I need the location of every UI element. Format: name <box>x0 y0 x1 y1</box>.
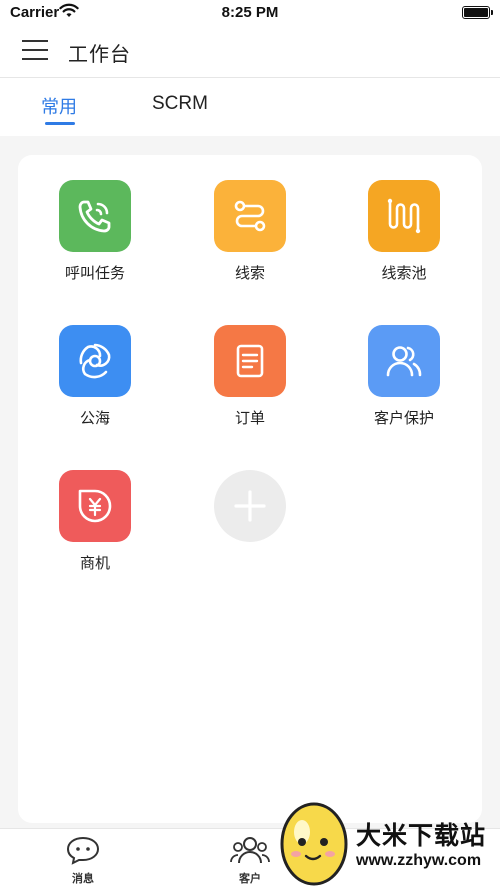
hamburger-menu-icon[interactable] <box>22 40 48 62</box>
page-title: 工作台 <box>68 42 131 66</box>
grid-item-leads[interactable]: 线索 <box>190 180 310 300</box>
grid-item-label: 客户保护 <box>373 409 434 427</box>
customers-icon <box>230 837 270 864</box>
pool-icon <box>368 180 440 252</box>
grid-item-label: 线索池 <box>381 264 427 282</box>
grid-item-lead-pool[interactable]: 线索池 <box>344 180 464 300</box>
tab-bar-label: 消息 <box>72 872 94 885</box>
phone-call-icon <box>59 180 131 252</box>
battery-tip <box>491 10 493 15</box>
grid-item-label: 公海 <box>79 409 110 427</box>
grid-item-customer-protection[interactable]: 客户保护 <box>344 325 464 445</box>
document-icon <box>214 325 286 397</box>
tab-scrm[interactable]: SCRM <box>152 93 208 115</box>
users-icon <box>368 325 440 397</box>
add-icon <box>214 470 286 542</box>
battery-icon <box>462 6 493 19</box>
chat-bubble-icon <box>66 836 100 865</box>
swirl-icon <box>59 325 131 397</box>
grid-item-label: 线索 <box>234 264 265 282</box>
clock: 8:25 PM <box>221 4 279 21</box>
status-bar: Carrier 8:25 PM <box>0 0 500 26</box>
tab-common[interactable]: 常用 <box>41 93 77 119</box>
watermark-brand: 大米下载站 <box>356 821 487 850</box>
watermark-url: www.zzhyw.com <box>356 852 482 869</box>
grid-item-add[interactable] <box>190 470 310 590</box>
battery-fill <box>464 8 488 17</box>
active-tab-indicator <box>45 122 75 125</box>
route-icon <box>214 180 286 252</box>
tab-bar-messages[interactable]: 消息 <box>43 835 123 886</box>
grid-item-label: 订单 <box>234 409 265 427</box>
grid-item-label: 商机 <box>79 554 110 572</box>
grid-item-opportunities[interactable]: 商机 <box>35 470 155 590</box>
yen-bag-icon <box>59 470 131 542</box>
mascot-logo-icon <box>280 802 348 886</box>
tab-strip: 常用 SCRM <box>0 78 500 136</box>
site-watermark: 大米下载站 www.zzhyw.com <box>272 780 500 888</box>
grid-item-label: 呼叫任务 <box>64 264 125 282</box>
grid-item-call-task[interactable]: 呼叫任务 <box>35 180 155 300</box>
grid-item-public-sea[interactable]: 公海 <box>35 325 155 445</box>
grid-item-orders[interactable]: 订单 <box>190 325 310 445</box>
navigation-bar: 工作台 <box>0 26 500 78</box>
